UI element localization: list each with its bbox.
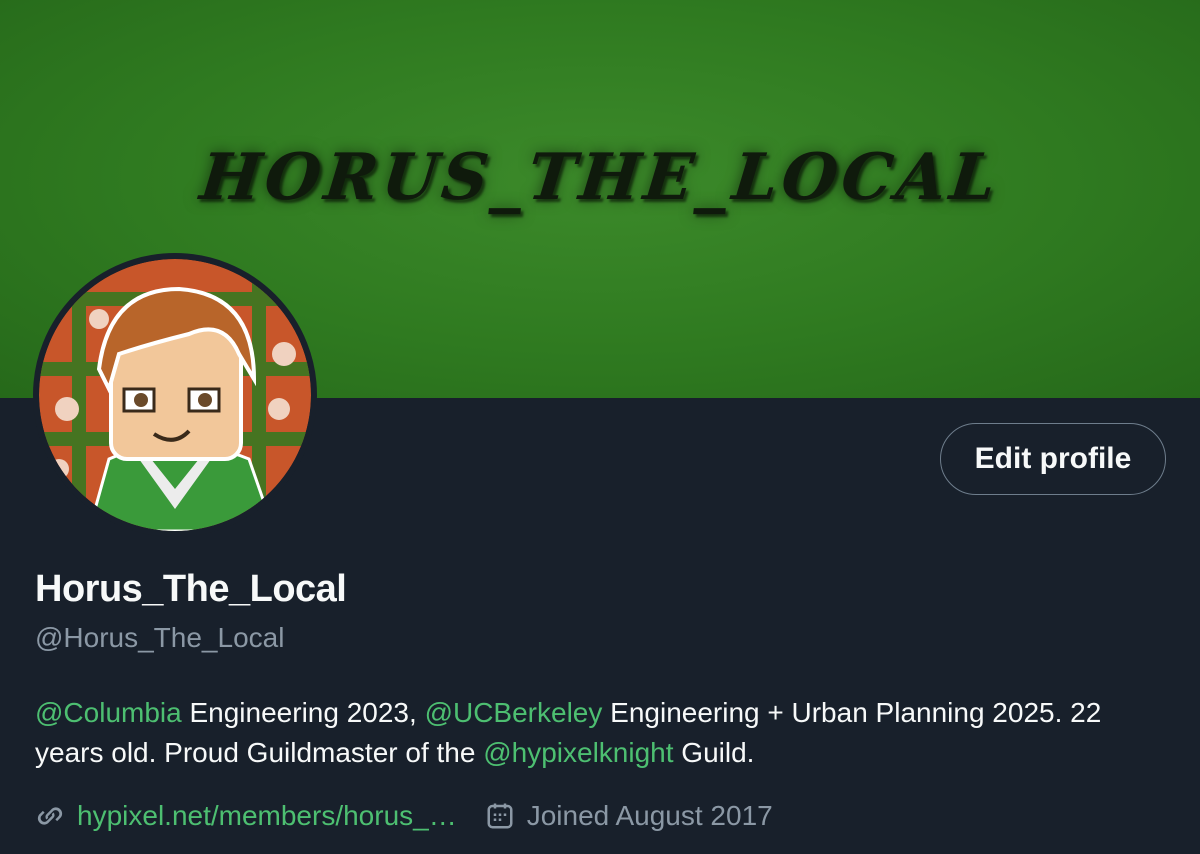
- avatar[interactable]: [33, 253, 317, 537]
- link-icon: [37, 807, 63, 825]
- website-item[interactable]: hypixel.net/members/horus_…: [35, 800, 457, 832]
- website-link[interactable]: hypixel.net/members/horus_…: [77, 800, 457, 832]
- joined-item: Joined August 2017: [485, 800, 773, 832]
- avatar-image: [39, 259, 311, 531]
- bio-text-1: Engineering 2023,: [181, 697, 425, 728]
- mention-ucberkeley[interactable]: @UCBerkeley: [425, 697, 603, 728]
- joined-date: Joined August 2017: [526, 800, 773, 831]
- edit-profile-button[interactable]: Edit profile: [940, 423, 1166, 495]
- mention-hypixelknight[interactable]: @hypixelknight: [483, 737, 673, 768]
- calendar-icon: [487, 803, 513, 829]
- banner-text: HORUS_THE_LOCAL: [196, 140, 1004, 215]
- handle: @Horus_The_Local: [35, 622, 285, 653]
- bio: @Columbia Engineering 2023, @UCBerkeley …: [35, 693, 1175, 773]
- display-name: Horus_The_Local: [35, 568, 347, 610]
- profile-meta: hypixel.net/members/horus_… Joined Augus…: [35, 796, 801, 836]
- bio-text-3: Guild.: [673, 737, 755, 768]
- mention-columbia[interactable]: @Columbia: [35, 697, 182, 728]
